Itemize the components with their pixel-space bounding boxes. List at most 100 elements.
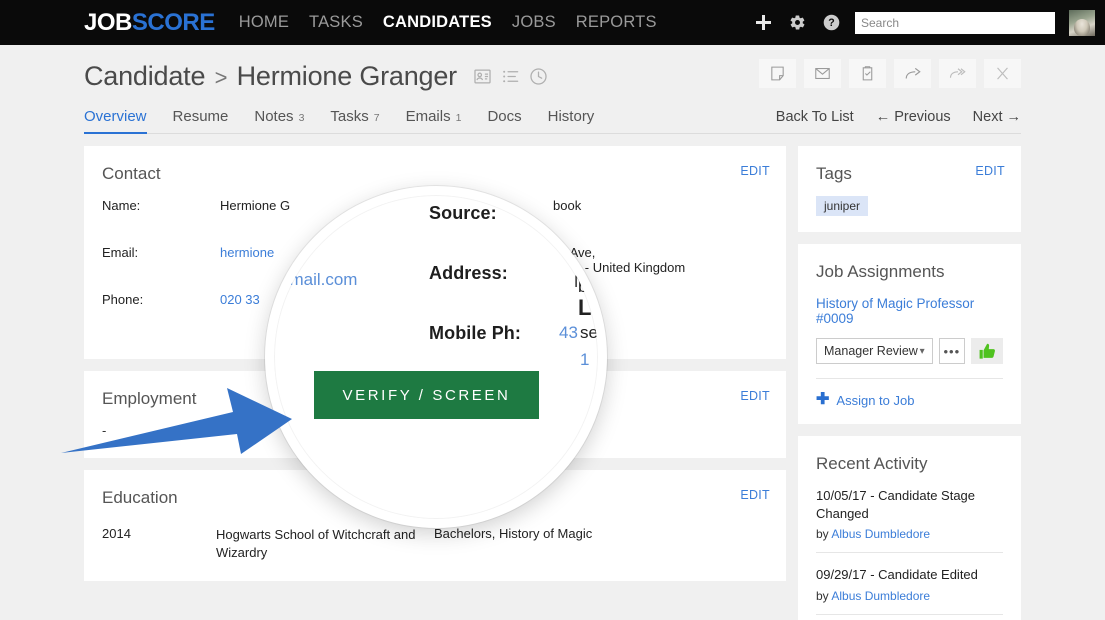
tab-tasks-count: 7 (373, 112, 380, 124)
activity-author: by Albus Dumbledore (816, 589, 1003, 603)
contact-phone-value[interactable]: 020 33 (220, 292, 260, 307)
nav-link-tasks[interactable]: TASKS (309, 13, 363, 32)
magnified-mobile-suffix-fragment: 1 (580, 350, 590, 369)
job-assignment-controls: Manager Review ▾ ••• (816, 338, 1003, 364)
email-icon[interactable] (804, 59, 841, 88)
gear-icon[interactable] (787, 13, 807, 33)
svg-text:?: ? (828, 17, 834, 29)
id-card-icon[interactable] (473, 67, 492, 86)
education-year: 2014 (102, 526, 131, 541)
tab-overview-label: Overview (84, 108, 147, 125)
activity-item: 09/29/17 - Candidate Edited by Albus Dum… (816, 553, 1003, 615)
recent-activity-title: Recent Activity (816, 454, 928, 473)
reject-icon[interactable] (984, 59, 1021, 88)
top-navigation-bar: JOBSCORE HOME TASKS CANDIDATES JOBS REPO… (0, 0, 1105, 45)
forward-icon[interactable] (894, 59, 931, 88)
logo-job-text: JOB (84, 8, 132, 36)
magnified-mobile-number-fragment: 43 (559, 323, 578, 342)
job-assignments-card: Job Assignments History of Magic Profess… (798, 244, 1021, 424)
list-icon[interactable] (501, 67, 520, 86)
magnifier-content: ne G gmail.com n Source: Address: Mobile… (274, 195, 598, 519)
stage-select-value: Manager Review (824, 344, 918, 358)
tab-tasks[interactable]: Tasks 7 (330, 108, 379, 133)
back-to-list-link[interactable]: Back To List (776, 109, 854, 125)
tab-emails-label: Emails (405, 108, 451, 125)
sidebar-column: Tags EDIT juniper Job Assignments Histor… (798, 146, 1021, 620)
record-navigation: Back To List ← Previous Next → (776, 109, 1021, 133)
next-link[interactable]: Next → (973, 109, 1021, 125)
activity-item: 10/05/17 - Candidate Stage Changed by Al… (816, 474, 1003, 554)
chevron-down-icon: ▾ (919, 345, 925, 357)
contact-edit-button[interactable]: EDIT (740, 164, 770, 178)
magnified-city-fragment: L (578, 295, 592, 320)
tag-chip[interactable]: juniper (816, 196, 869, 216)
advance-icon[interactable] (939, 59, 976, 88)
nav-link-reports[interactable]: REPORTS (576, 13, 657, 32)
assign-to-job-button[interactable]: ✚ Assign to Job (816, 378, 1003, 408)
magnified-street-fragment: se (580, 323, 598, 342)
more-options-button[interactable]: ••• (938, 338, 966, 364)
thumbs-up-icon[interactable] (971, 338, 1003, 364)
help-icon[interactable]: ? (821, 13, 841, 33)
nav-link-home[interactable]: HOME (239, 13, 289, 32)
main-nav-links: HOME TASKS CANDIDATES JOBS REPORTS (239, 13, 657, 32)
breadcrumb-parent[interactable]: Candidate (84, 61, 205, 91)
tags-card: Tags EDIT juniper (798, 146, 1021, 232)
stage-select[interactable]: Manager Review ▾ (816, 338, 933, 364)
clock-icon[interactable] (529, 67, 548, 86)
activity-by-prefix: by (816, 527, 832, 542)
tab-emails-count: 1 (455, 112, 462, 124)
candidate-name: Hermione Granger (236, 61, 458, 91)
task-icon[interactable] (849, 59, 886, 88)
tab-list: Overview Resume Notes 3 Tasks 7 Emails 1 (84, 108, 595, 134)
tab-notes[interactable]: Notes 3 (254, 108, 304, 133)
nav-right-group: ? (753, 9, 1105, 36)
magnified-address-label: Address: (429, 263, 508, 283)
contact-phone-label: Phone: (102, 292, 144, 307)
education-degree: Bachelors, History of Magic (434, 526, 593, 541)
nav-link-jobs[interactable]: JOBS (512, 13, 556, 32)
job-assignments-title: Job Assignments (816, 262, 945, 281)
verify-screen-button[interactable]: VERIFY / SCREEN (314, 371, 539, 419)
recent-activity-card: Recent Activity 10/05/17 - Candidate Sta… (798, 436, 1021, 620)
tab-history[interactable]: History (548, 108, 595, 133)
contact-email-value[interactable]: hermione (220, 245, 274, 260)
tab-resume-label: Resume (172, 108, 229, 125)
plus-icon[interactable] (753, 13, 773, 33)
tab-tasks-label: Tasks (330, 108, 369, 125)
education-edit-button[interactable]: EDIT (740, 488, 770, 502)
education-school: Hogwarts School of Witchcraft and Wizard… (216, 527, 416, 560)
search-input[interactable] (855, 11, 1055, 34)
activity-author-name[interactable]: Albus Dumbledore (831, 527, 930, 541)
activity-author-name[interactable]: Albus Dumbledore (831, 589, 930, 603)
activity-by-prefix: by (816, 588, 832, 603)
header-actions (759, 59, 1021, 88)
tab-bar: Overview Resume Notes 3 Tasks 7 Emails 1 (84, 108, 1021, 134)
tab-resume[interactable]: Resume (173, 108, 229, 133)
magnified-mobile-label: Mobile Ph: (429, 323, 521, 343)
tab-notes-label: Notes (254, 108, 294, 125)
job-assignment-link[interactable]: History of Magic Professor #0009 (816, 296, 1003, 326)
note-icon[interactable] (759, 59, 796, 88)
tab-history-label: History (547, 108, 595, 125)
previous-link[interactable]: ← Previous (876, 109, 951, 125)
jobscore-logo[interactable]: JOBSCORE (84, 9, 215, 37)
tab-docs-label: Docs (487, 108, 522, 125)
tab-overview[interactable]: Overview (84, 108, 147, 134)
tags-edit-button[interactable]: EDIT (975, 164, 1005, 178)
user-avatar[interactable] (1069, 9, 1095, 36)
contact-name-label: Name: (102, 198, 141, 213)
tab-docs[interactable]: Docs (487, 108, 521, 133)
tab-emails[interactable]: Emails 1 (406, 108, 462, 133)
nav-link-candidates[interactable]: CANDIDATES (383, 13, 492, 32)
contact-email-label: Email: (102, 245, 139, 260)
employment-edit-button[interactable]: EDIT (740, 389, 770, 403)
assign-to-job-label: Assign to Job (836, 392, 915, 408)
activity-item: 08/18/17 - Candidate Edited (816, 615, 1003, 620)
magnified-email-fragment[interactable]: gmail.com (280, 270, 357, 290)
magnified-source-label: Source: (429, 203, 497, 223)
education-row: 2014 Hogwarts School of Witchcraft and W… (102, 526, 768, 561)
activity-title: 09/29/17 - Candidate Edited (816, 567, 978, 583)
header-icon-group (473, 67, 548, 86)
contact-card-title: Contact (102, 164, 161, 183)
